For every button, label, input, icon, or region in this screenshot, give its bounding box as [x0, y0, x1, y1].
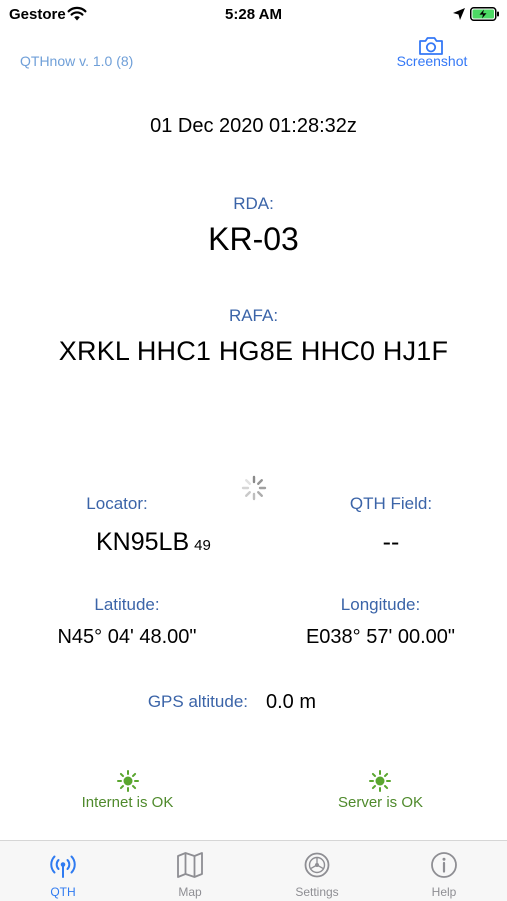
- screenshot-label: Screenshot: [396, 53, 468, 69]
- tab-bar: QTH Map Settings Help: [0, 840, 507, 901]
- server-status-text: Server is OK: [337, 794, 424, 811]
- latitude-label: Latitude:: [94, 595, 160, 614]
- longitude-label: Longitude:: [340, 595, 421, 614]
- tab-help[interactable]: Help: [381, 841, 507, 901]
- internet-status-sun-icon: [117, 770, 139, 792]
- qth-field-label: QTH Field:: [349, 494, 433, 513]
- tab-settings-label: Settings: [295, 885, 339, 899]
- latitude-value: N45° 04' 48.00": [57, 626, 197, 648]
- tab-help-label: Help: [431, 885, 457, 899]
- locator-main: KN95LB: [96, 528, 190, 556]
- tab-map[interactable]: Map: [127, 841, 253, 901]
- internet-status-text: Internet is OK: [81, 794, 174, 811]
- location-arrow-icon: [453, 8, 465, 20]
- tab-map-label: Map: [178, 885, 202, 899]
- screenshot-button[interactable]: Screenshot: [384, 36, 480, 72]
- longitude-value: E038° 57' 00.00": [305, 626, 456, 648]
- info-icon: [431, 852, 457, 878]
- settings-icon: [304, 852, 330, 878]
- gps-altitude-label: GPS altitude:: [147, 692, 248, 711]
- current-datetime: 01 Dec 2020 01:28:32z: [150, 115, 357, 137]
- rafa-value: XRKL HHC1 HG8E HHC0 HJ1F: [58, 336, 449, 366]
- loading-spinner-icon: [241, 475, 267, 501]
- server-status-sun-icon: [369, 770, 391, 792]
- rda-label: RDA:: [233, 194, 274, 213]
- qth-field-value: --: [382, 528, 400, 556]
- status-time: 5:28 AM: [225, 6, 282, 23]
- map-icon: [177, 852, 203, 878]
- locator-label: Locator:: [86, 494, 148, 513]
- antenna-icon: [50, 855, 76, 878]
- rda-value: KR-03: [208, 221, 299, 257]
- app-version: QTHnow v. 1.0 (8): [20, 53, 134, 69]
- battery-charging-icon: [470, 7, 499, 21]
- tab-qth-label: QTH: [50, 885, 76, 899]
- gps-altitude-value: 0.0 m: [266, 691, 317, 713]
- tab-qth[interactable]: QTH: [0, 841, 126, 901]
- locator-subsquare: 49: [194, 537, 211, 554]
- tab-settings[interactable]: Settings: [254, 841, 380, 901]
- locator-value: KN95LB 49: [96, 528, 211, 557]
- rafa-label: RAFA:: [228, 306, 279, 325]
